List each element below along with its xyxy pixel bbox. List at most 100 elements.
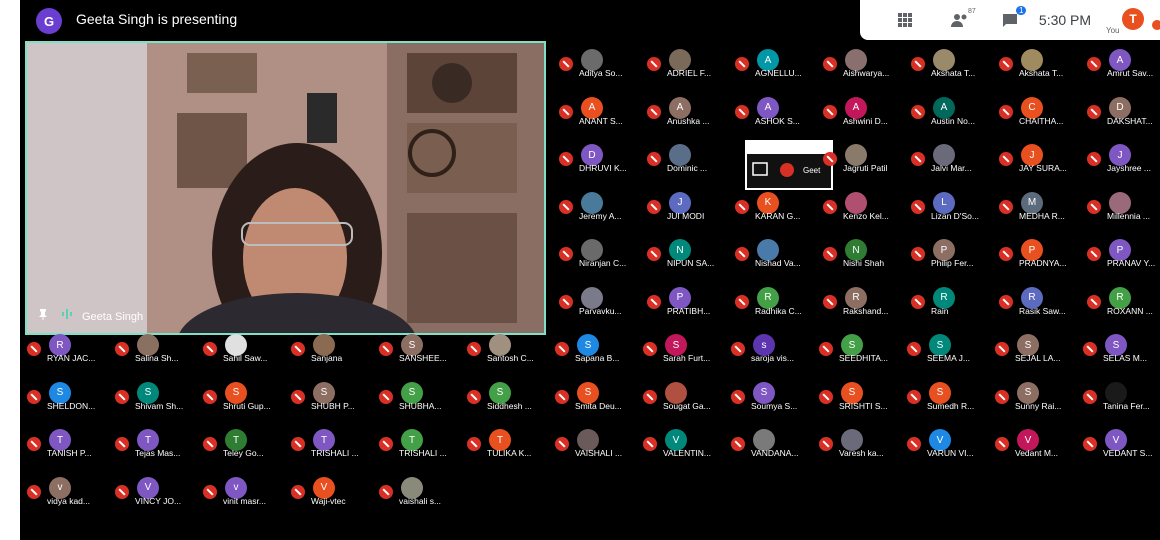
participant-tile[interactable]: S Sunny Rai... (991, 376, 1077, 418)
participant-tile[interactable]: Jagruti Patil (819, 138, 905, 180)
pin-icon[interactable] (37, 307, 49, 325)
participant-tile[interactable]: Nishad Va... (731, 233, 817, 275)
participant-tile[interactable]: V VEDANT S... (1079, 423, 1160, 465)
participant-name: VALENTIN... (663, 448, 712, 458)
participant-tile[interactable]: S Smita Deu... (551, 376, 637, 418)
participant-tile[interactable]: S Sumedh R... (903, 376, 989, 418)
participant-tile[interactable]: Varesh ka... (815, 423, 901, 465)
participant-tile[interactable]: V VARUN VI... (903, 423, 989, 465)
participant-tile[interactable]: K KARAN G... (731, 186, 817, 228)
participant-tile[interactable]: A ASHOK S... (731, 91, 817, 133)
participant-tile[interactable]: Niranjan C... (555, 233, 641, 275)
participant-tile[interactable]: S Sarah Furt... (639, 328, 725, 370)
participant-tile[interactable]: v vidya kad... (23, 471, 109, 513)
participant-tile[interactable]: P Philip Fer... (907, 233, 993, 275)
participant-tile[interactable]: Tanina Fer... (1079, 376, 1160, 418)
participant-tile[interactable]: R RYAN JAC... (23, 328, 109, 370)
participant-tile[interactable]: T TULIKA K... (463, 423, 549, 465)
participant-tile[interactable]: P PRANAV Y... (1083, 233, 1160, 275)
muted-mic-icon (559, 247, 573, 261)
participant-tile[interactable]: Sanjana (287, 328, 373, 370)
people-icon[interactable]: 87 (940, 0, 980, 40)
participant-tile[interactable]: N Nishi Shah (819, 233, 905, 275)
participant-tile[interactable]: S SHUBH P... (287, 376, 373, 418)
participant-tile[interactable]: T Teley Go... (199, 423, 285, 465)
participant-tile[interactable]: Parvavku... (555, 281, 641, 323)
participant-tile[interactable]: P PRADNYA... (995, 233, 1081, 275)
grid-layout-icon[interactable] (880, 0, 930, 40)
participant-tile[interactable]: J JAY SURA... (995, 138, 1081, 180)
participant-tile[interactable]: T Tejas Mas... (111, 423, 197, 465)
participant-tile[interactable]: Salina Sh... (111, 328, 197, 370)
participant-tile[interactable]: C CHAITHA... (995, 91, 1081, 133)
participant-tile[interactable]: S Siddhesh ... (463, 376, 549, 418)
participant-tile[interactable]: S SEJAL LA... (991, 328, 1077, 370)
muted-mic-icon (819, 342, 833, 356)
participant-tile[interactable]: M MEDHA R... (995, 186, 1081, 228)
participant-tile[interactable]: V Vedant M... (991, 423, 1077, 465)
participant-tile[interactable]: v vinit masr... (199, 471, 285, 513)
presenter-video[interactable]: Geeta Singh (25, 41, 546, 335)
participant-tile[interactable]: S Shivam Sh... (111, 376, 197, 418)
participant-tile[interactable]: Millennia ... (1083, 186, 1160, 228)
participant-tile[interactable]: Akshata T... (995, 43, 1081, 85)
participant-tile[interactable]: R Rasik Saw... (995, 281, 1081, 323)
participant-tile[interactable]: S SEEDHITA... (815, 328, 901, 370)
muted-mic-icon (999, 57, 1013, 71)
participant-tile[interactable]: R ROXANN ... (1083, 281, 1160, 323)
participant-tile[interactable]: VANDANA... (727, 423, 813, 465)
participant-tile[interactable]: A Anushka ... (643, 91, 729, 133)
participant-tile[interactable]: S SANSHEE... (375, 328, 461, 370)
participant-tile[interactable]: R Rakshand... (819, 281, 905, 323)
participant-tile[interactable]: ADRIEL F... (643, 43, 729, 85)
muted-mic-icon (559, 57, 573, 71)
participant-tile[interactable]: Aishwarya... (819, 43, 905, 85)
participant-tile[interactable]: P PRATIBH... (643, 281, 729, 323)
chat-icon[interactable]: 1 (990, 0, 1030, 40)
participant-tile[interactable]: Jeremy A... (555, 186, 641, 228)
participant-name: Sapana B... (575, 353, 620, 363)
participant-name: SEJAL LA... (1015, 353, 1061, 363)
participant-tile[interactable]: T TANISH P... (23, 423, 109, 465)
participant-tile[interactable]: S Sapana B... (551, 328, 637, 370)
participant-tile[interactable]: Akshata T... (907, 43, 993, 85)
participant-tile[interactable]: V Waji-vtec (287, 471, 373, 513)
participant-tile[interactable]: S SRISHTI S... (815, 376, 901, 418)
participant-tile[interactable]: vaishali s... (375, 471, 461, 513)
participant-tile[interactable]: Kenzo Kel... (819, 186, 905, 228)
participant-tile[interactable]: A Amrut Sav... (1083, 43, 1160, 85)
participant-tile[interactable]: Dominic ... (643, 138, 729, 180)
participant-tile[interactable]: Sahil Saw... (199, 328, 285, 370)
participant-tile[interactable]: R Radhika C... (731, 281, 817, 323)
participant-tile[interactable]: A Austin No... (907, 91, 993, 133)
participant-tile[interactable]: S Shruti Gup... (199, 376, 285, 418)
participant-tile[interactable]: L Lizan D'So... (907, 186, 993, 228)
participant-tile[interactable]: Jalvi Mar... (907, 138, 993, 180)
participant-tile[interactable]: A ANANT S... (555, 91, 641, 133)
participant-tile[interactable]: Santosh C... (463, 328, 549, 370)
participant-tile[interactable]: J JUI MODI (643, 186, 729, 228)
participant-tile[interactable]: T TRISHALI ... (287, 423, 373, 465)
participant-tile[interactable]: S SEEMA J... (903, 328, 989, 370)
self-avatar[interactable]: T (1122, 8, 1144, 30)
participant-tile[interactable]: V VINCY JO... (111, 471, 197, 513)
participant-tile[interactable]: A AGNELLU... (731, 43, 817, 85)
participant-tile[interactable]: D DHRUVI K... (555, 138, 641, 180)
participant-tile[interactable]: S SELAS M... (1079, 328, 1160, 370)
participant-tile[interactable]: Sougat Ga... (639, 376, 725, 418)
participant-tile[interactable]: V VALENTIN... (639, 423, 725, 465)
muted-mic-icon (647, 152, 661, 166)
participant-tile[interactable]: A Ashwini D... (819, 91, 905, 133)
participant-tile[interactable]: S Soumya S... (727, 376, 813, 418)
participant-tile[interactable]: S SHUBHA... (375, 376, 461, 418)
participant-tile[interactable]: VAISHALI ... (551, 423, 637, 465)
participant-tile[interactable]: s saroja vis... (727, 328, 813, 370)
participant-tile[interactable]: J Jayshree ... (1083, 138, 1160, 180)
participant-tile[interactable]: N NIPUN SA... (643, 233, 729, 275)
participant-tile[interactable]: Aditya So... (555, 43, 641, 85)
participant-tile[interactable]: T TRISHALI ... (375, 423, 461, 465)
presenter-name: Geeta Singh (82, 311, 144, 323)
participant-tile[interactable]: R Rain (907, 281, 993, 323)
participant-tile[interactable]: D DAKSHAT... (1083, 91, 1160, 133)
participant-tile[interactable]: S SHELDON... (23, 376, 109, 418)
